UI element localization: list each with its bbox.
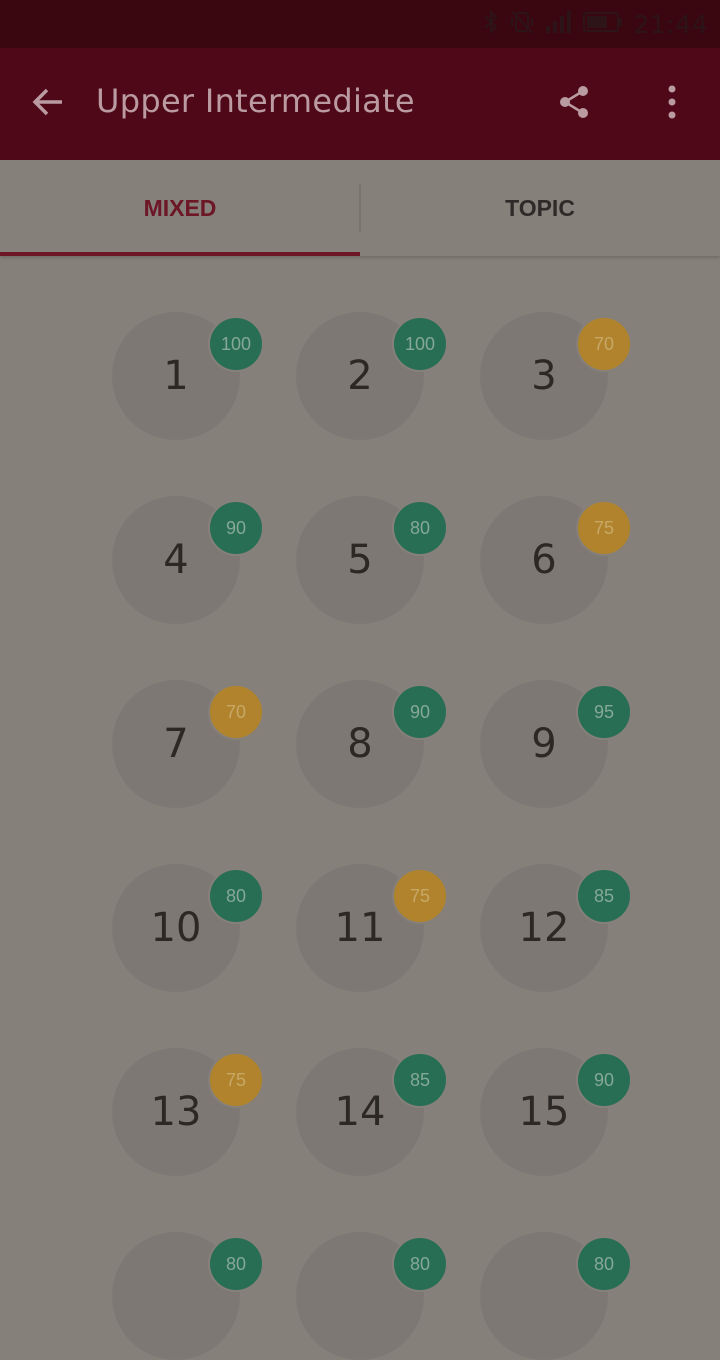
more-options-button[interactable]: [648, 80, 696, 128]
score-badge: 100: [392, 316, 448, 372]
battery-icon: [583, 11, 623, 37]
score-badge: 100: [208, 316, 264, 372]
score-badge: 95: [576, 684, 632, 740]
score-badge: 70: [576, 316, 632, 372]
lesson-item[interactable]: 5 80: [296, 496, 448, 624]
score-badge: 85: [576, 868, 632, 924]
tab-topic[interactable]: TOPIC: [360, 160, 720, 256]
lesson-item[interactable]: 8 90: [296, 680, 448, 808]
lesson-item[interactable]: 13 75: [112, 1048, 264, 1176]
score-badge: 80: [208, 868, 264, 924]
status-bar: 21:44: [0, 0, 720, 48]
lesson-item[interactable]: 1 100: [112, 312, 264, 440]
tab-bar: MIXED TOPIC: [0, 160, 720, 256]
share-icon: [556, 84, 592, 124]
lesson-item[interactable]: 14 85: [296, 1048, 448, 1176]
lesson-item[interactable]: 80: [296, 1232, 448, 1360]
score-badge: 80: [392, 1236, 448, 1292]
tab-mixed[interactable]: MIXED: [0, 160, 360, 256]
score-badge: 90: [576, 1052, 632, 1108]
status-icons: 21:44: [483, 8, 708, 40]
score-badge: 80: [208, 1236, 264, 1292]
lesson-item[interactable]: 6 75: [480, 496, 632, 624]
lesson-item[interactable]: 15 90: [480, 1048, 632, 1176]
lesson-item[interactable]: 4 90: [112, 496, 264, 624]
lesson-item[interactable]: 9 95: [480, 680, 632, 808]
lesson-item[interactable]: 80: [480, 1232, 632, 1360]
lesson-item[interactable]: 80: [112, 1232, 264, 1360]
lesson-item[interactable]: 3 70: [480, 312, 632, 440]
score-badge: 75: [208, 1052, 264, 1108]
back-button[interactable]: [24, 80, 72, 128]
lesson-item[interactable]: 11 75: [296, 864, 448, 992]
vibrate-icon: [509, 9, 535, 39]
lesson-item[interactable]: 7 70: [112, 680, 264, 808]
clock: 21:44: [633, 9, 708, 39]
back-arrow-icon: [30, 84, 66, 124]
score-badge: 90: [208, 500, 264, 556]
lesson-grid: 1 100 2 100 3 70 4 90 5 80 6 75 7 70 8 9…: [0, 256, 720, 1360]
lesson-item[interactable]: 10 80: [112, 864, 264, 992]
signal-icon: [545, 10, 573, 38]
more-vert-icon: [666, 84, 678, 124]
lesson-item[interactable]: 12 85: [480, 864, 632, 992]
lesson-item[interactable]: 2 100: [296, 312, 448, 440]
score-badge: 75: [392, 868, 448, 924]
page-title: Upper Intermediate: [96, 82, 415, 120]
score-badge: 70: [208, 684, 264, 740]
score-badge: 85: [392, 1052, 448, 1108]
score-badge: 80: [392, 500, 448, 556]
score-badge: 80: [576, 1236, 632, 1292]
app-bar: Upper Intermediate: [0, 48, 720, 160]
score-badge: 90: [392, 684, 448, 740]
bluetooth-icon: [483, 9, 499, 39]
score-badge: 75: [576, 500, 632, 556]
share-button[interactable]: [550, 80, 598, 128]
